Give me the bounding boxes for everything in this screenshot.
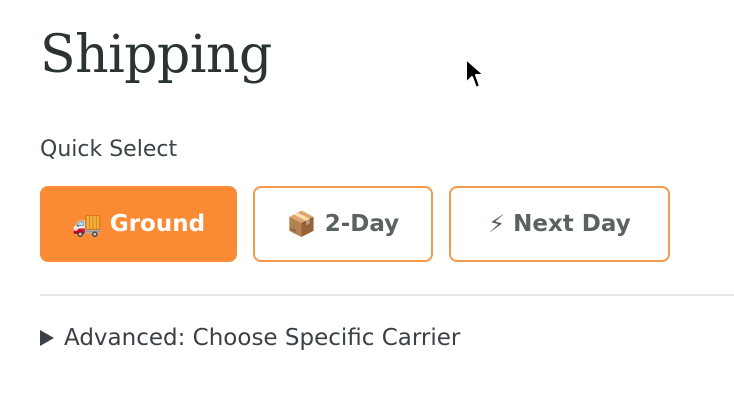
ground-option-label: Ground xyxy=(109,211,206,237)
disclosure-triangle-icon xyxy=(40,330,54,346)
next-day-option-label: Next Day xyxy=(513,211,631,237)
page-title: Shipping xyxy=(40,25,272,85)
package-icon: 📦 xyxy=(286,210,317,238)
two-day-option-button[interactable]: 📦 2-Day xyxy=(253,186,433,262)
two-day-option-label: 2-Day xyxy=(324,211,400,237)
quick-select-label: Quick Select xyxy=(40,137,178,162)
section-divider xyxy=(40,294,734,296)
ground-option-button[interactable]: 🚚 Ground xyxy=(40,186,237,262)
lightning-icon: ⚡ xyxy=(488,210,506,238)
advanced-carrier-label: Advanced: Choose Specific Carrier xyxy=(64,325,461,351)
truck-icon: 🚚 xyxy=(71,210,102,238)
mouse-cursor-icon xyxy=(465,58,485,89)
advanced-carrier-toggle[interactable]: Advanced: Choose Specific Carrier xyxy=(40,325,460,351)
quick-select-options: 🚚 Ground 📦 2-Day ⚡ Next Day xyxy=(40,186,670,262)
next-day-option-button[interactable]: ⚡ Next Day xyxy=(449,186,670,262)
